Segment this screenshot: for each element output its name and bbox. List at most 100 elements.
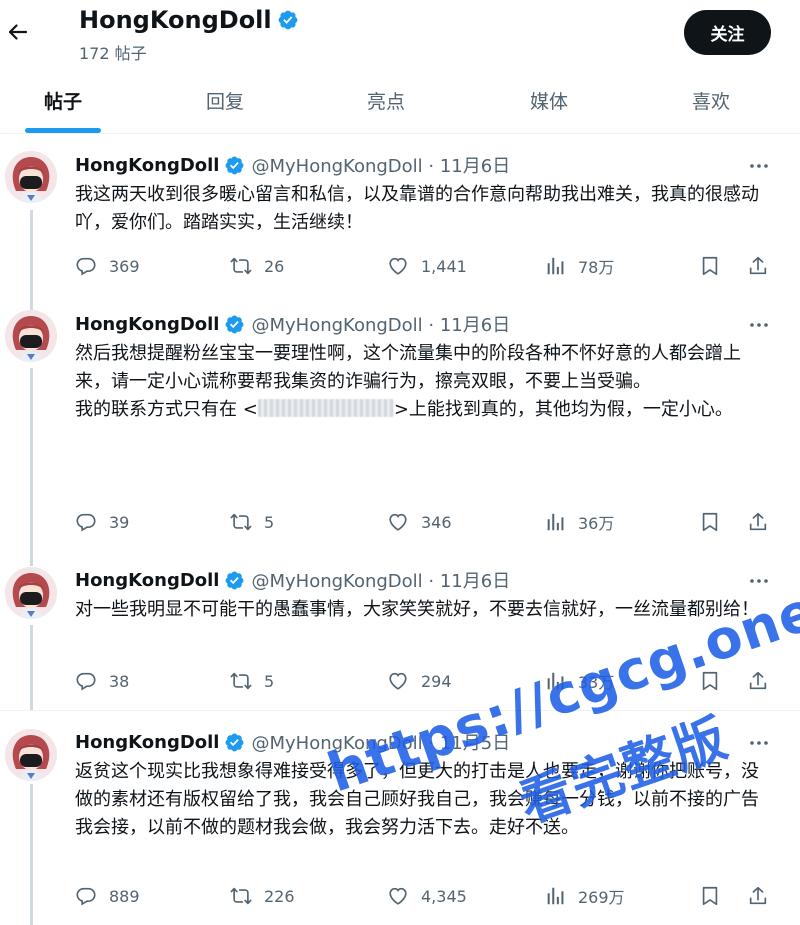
repost-icon [230, 511, 252, 533]
repost-button[interactable]: 5 [230, 507, 274, 537]
post-text: 返贫这个现实比我想象得难接受得多了，但更大的打击是人也要走，谢谢你把账号，没做的… [75, 761, 759, 838]
back-button[interactable] [6, 14, 30, 50]
active-tab-indicator [25, 128, 101, 133]
post-text-main: 然后我想提醒粉丝宝宝一要理性啊，这个流量集中的阶段各种不怀好意的人都会蹭上来，请… [75, 343, 741, 392]
bookmark-button[interactable] [699, 251, 721, 281]
view-count: 78万 [578, 258, 615, 277]
like-count: 4,345 [421, 886, 467, 906]
post-author-name[interactable]: HongKongDoll [75, 314, 219, 335]
follow-button[interactable]: 关注 [684, 10, 771, 55]
reply-icon [75, 255, 97, 277]
view-count: 36万 [578, 514, 615, 533]
repost-button[interactable]: 226 [230, 881, 295, 911]
like-icon [387, 511, 409, 533]
share-icon [747, 511, 769, 533]
tab-highlights[interactable]: 亮点 [346, 66, 426, 134]
view-count: 33万 [578, 673, 615, 692]
reply-icon [75, 670, 97, 692]
reply-icon [75, 885, 97, 907]
post-handle-date[interactable]: @MyHongKongDoll · 11月6日 [251, 567, 510, 593]
post-author-name[interactable]: HongKongDoll [75, 155, 219, 176]
share-button[interactable] [747, 881, 769, 911]
bookmark-icon [699, 885, 721, 907]
tab-likes[interactable]: 喜欢 [671, 66, 751, 134]
post-handle-date[interactable]: @MyHongKongDoll · 11月6日 [251, 152, 510, 178]
avatar[interactable] [5, 729, 57, 781]
reply-button[interactable]: 369 [75, 251, 140, 281]
profile-tabs: 帖子 回复 亮点 媒体 喜欢 [0, 66, 800, 134]
like-icon [387, 255, 409, 277]
views-icon [544, 511, 566, 533]
verified-badge-icon [224, 570, 245, 591]
share-button[interactable] [747, 251, 769, 281]
views-button[interactable]: 78万 [544, 251, 614, 281]
avatar[interactable] [5, 310, 57, 362]
reply-count: 39 [109, 512, 130, 532]
reply-icon [75, 511, 97, 533]
reply-count: 369 [109, 256, 140, 276]
like-icon [387, 885, 409, 907]
bookmark-button[interactable] [699, 666, 721, 696]
profile-name-text: HongKongDoll [79, 6, 272, 34]
views-button[interactable]: 269万 [544, 881, 625, 911]
repost-count: 226 [264, 886, 295, 906]
like-button[interactable]: 346 [387, 507, 452, 537]
avatar[interactable] [5, 567, 57, 619]
bookmark-button[interactable] [699, 507, 721, 537]
share-button[interactable] [747, 666, 769, 696]
back-arrow-icon [8, 24, 28, 40]
views-button[interactable]: 36万 [544, 507, 614, 537]
post-count: 172 帖子 [79, 44, 147, 63]
post-text: 对一些我明显不可能干的愚蠢事情，大家笑笑就好，不要去信就好，一丝流量都别给！ [75, 599, 759, 620]
tab-posts[interactable]: 帖子 [25, 66, 101, 134]
post-actions: 369 26 1,441 78万 [0, 251, 800, 281]
more-icon[interactable] [747, 569, 771, 593]
repost-button[interactable]: 5 [230, 666, 274, 696]
bookmark-icon [699, 255, 721, 277]
more-icon[interactable] [747, 154, 771, 178]
views-button[interactable]: 33万 [544, 666, 614, 696]
post-text: 然后我想提醒粉丝宝宝一要理性啊，这个流量集中的阶段各种不怀好意的人都会蹭上来，请… [75, 340, 775, 424]
like-button[interactable]: 4,345 [387, 881, 467, 911]
bookmark-icon [699, 511, 721, 533]
repost-icon [230, 670, 252, 692]
tab-replies[interactable]: 回复 [185, 66, 265, 134]
post-actions: 39 5 346 36万 [0, 507, 800, 537]
share-icon [747, 885, 769, 907]
like-count: 1,441 [421, 256, 467, 276]
reply-button[interactable]: 889 [75, 881, 140, 911]
post-author-name[interactable]: HongKongDoll [75, 732, 219, 753]
post-handle-date[interactable]: @MyHongKongDoll · 11月6日 [251, 311, 510, 337]
avatar[interactable] [5, 151, 57, 203]
repost-count: 5 [264, 671, 275, 691]
reply-button[interactable]: 38 [75, 666, 129, 696]
repost-button[interactable]: 26 [230, 251, 284, 281]
repost-icon [230, 255, 252, 277]
post-handle-date[interactable]: @MyHongKongDoll · 11月5日 [251, 729, 510, 755]
bookmark-icon [699, 670, 721, 692]
more-icon[interactable] [747, 731, 771, 755]
bookmark-button[interactable] [699, 881, 721, 911]
repost-count: 5 [264, 512, 275, 532]
repost-icon [230, 885, 252, 907]
views-icon [544, 255, 566, 277]
reply-count: 889 [109, 886, 140, 906]
post-author-name[interactable]: HongKongDoll [75, 570, 219, 591]
more-icon[interactable] [747, 313, 771, 337]
post-text-post: >上能找到真的，其他均为假，一定小心。 [393, 399, 733, 420]
repost-count: 26 [264, 256, 285, 276]
post-text: 我这两天收到很多暖心留言和私信，以及靠谱的合作意向帮助我出难关，我真的很感动吖，… [75, 184, 759, 233]
post-divider [0, 710, 800, 711]
share-button[interactable] [747, 507, 769, 537]
like-count: 294 [421, 671, 452, 691]
like-button[interactable]: 1,441 [387, 251, 467, 281]
tab-media[interactable]: 媒体 [509, 66, 589, 134]
profile-name: HongKongDoll [79, 2, 299, 38]
blurred-link[interactable] [257, 399, 394, 417]
views-icon [544, 885, 566, 907]
verified-badge-icon [224, 732, 245, 753]
reply-button[interactable]: 39 [75, 507, 129, 537]
like-count: 346 [421, 512, 452, 532]
like-button[interactable]: 294 [387, 666, 452, 696]
share-icon [747, 255, 769, 277]
